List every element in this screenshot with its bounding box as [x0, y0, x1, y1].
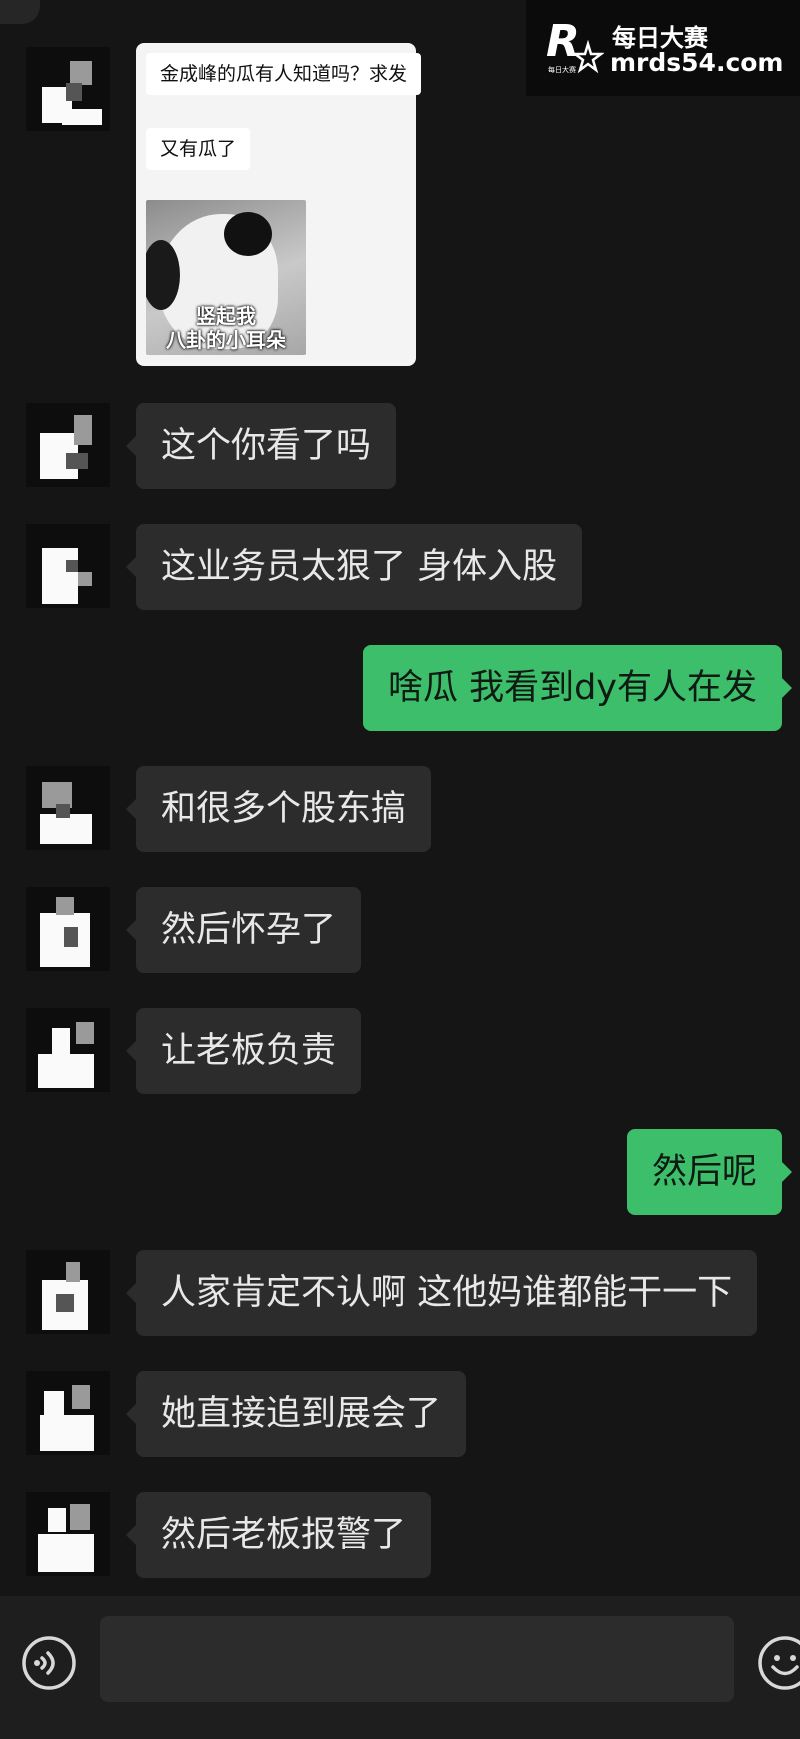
watermark-logo-icon: R 每日大赛	[546, 16, 604, 74]
avatar[interactable]	[26, 1371, 110, 1455]
sticker-caption: 八卦的小耳朵	[166, 328, 286, 352]
svg-text:R: R	[546, 16, 580, 67]
panda-sticker: 竖起我 八卦的小耳朵	[146, 200, 306, 355]
watermark-url: mrds54.com	[610, 48, 784, 77]
avatar[interactable]	[26, 766, 110, 850]
message-bubble-self[interactable]: 啥瓜 我看到dy有人在发	[362, 645, 793, 731]
message-bubble[interactable]: 让老板负责	[125, 1008, 362, 1094]
chat-area: 金成峰的瓜有人知道吗？求发 又有瓜了 竖起我 八卦的小耳朵 这个你看了吗 这业务…	[0, 0, 800, 1596]
message-bubble[interactable]: 这个你看了吗	[125, 403, 397, 489]
avatar[interactable]	[26, 1492, 110, 1576]
avatar[interactable]	[26, 403, 110, 487]
message-bubble[interactable]: 然后老板报警了	[125, 1492, 432, 1578]
message-input[interactable]	[100, 1616, 734, 1702]
site-watermark: R 每日大赛 每日大赛 mrds54.com	[526, 0, 800, 96]
avatar[interactable]	[26, 47, 110, 131]
message-bubble[interactable]: 和很多个股东搞	[125, 766, 432, 852]
message-bubble[interactable]: 然后怀孕了	[125, 887, 362, 973]
message-bubble[interactable]: 这业务员太狠了 身体入股	[125, 524, 583, 610]
emoji-icon[interactable]	[756, 1634, 800, 1692]
svg-text:每日大赛: 每日大赛	[548, 65, 576, 74]
input-bar	[0, 1596, 800, 1739]
quote-line: 又有瓜了	[146, 128, 251, 170]
avatar[interactable]	[26, 887, 110, 971]
message-bubble[interactable]: 她直接追到展会了	[125, 1371, 467, 1457]
voice-icon[interactable]	[20, 1634, 78, 1692]
quote-line: 金成峰的瓜有人知道吗？求发	[146, 53, 422, 95]
avatar[interactable]	[26, 1250, 110, 1334]
avatar[interactable]	[26, 1008, 110, 1092]
avatar[interactable]	[26, 524, 110, 608]
quoted-forward-card[interactable]: 金成峰的瓜有人知道吗？求发 又有瓜了 竖起我 八卦的小耳朵	[136, 43, 422, 366]
message-bubble[interactable]: 人家肯定不认啊 这他妈谁都能干一下	[125, 1250, 758, 1336]
message-bubble-self[interactable]: 然后呢	[626, 1129, 793, 1215]
